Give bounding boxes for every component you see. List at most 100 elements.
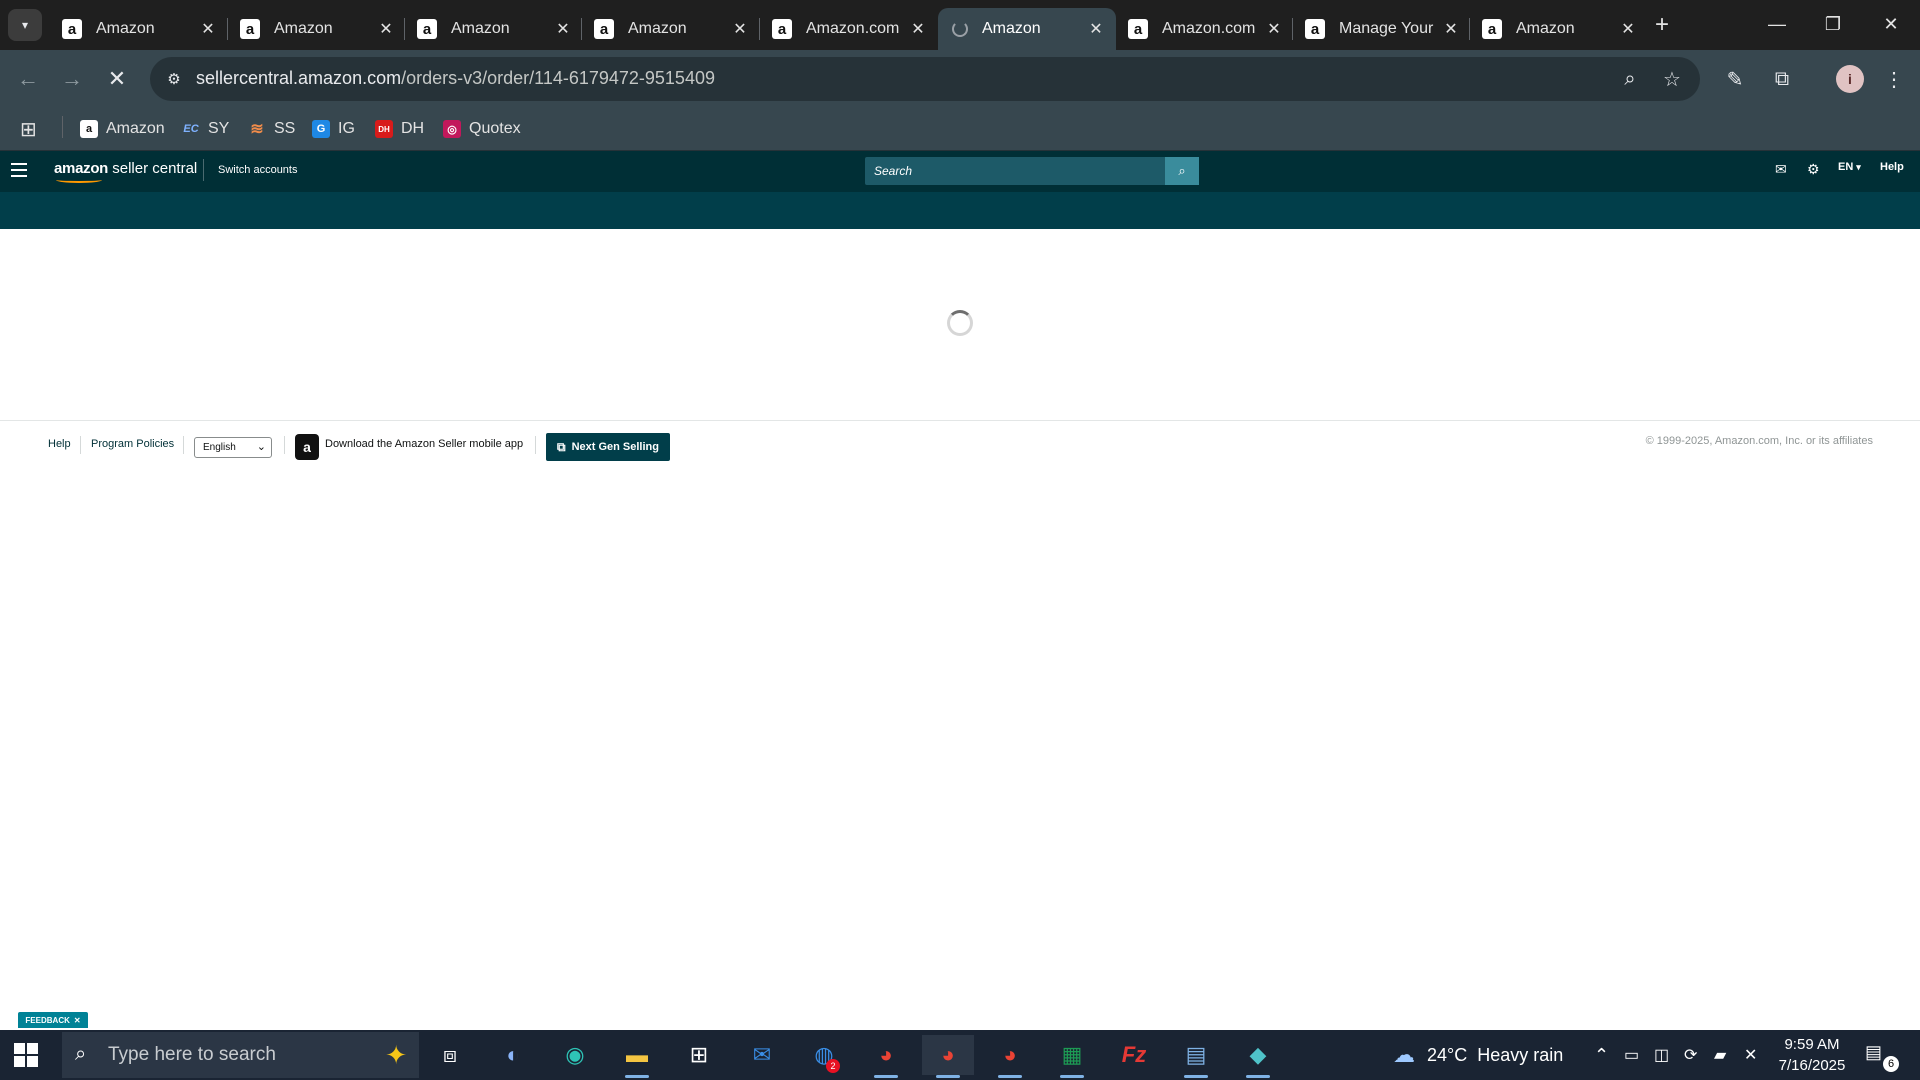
outlook-icon[interactable]: ✉ — [736, 1035, 788, 1075]
chrome-active-icon[interactable]: ◕ — [922, 1035, 974, 1078]
windows-start-icon[interactable] — [14, 1043, 38, 1067]
back-button[interactable]: ← — [12, 63, 44, 95]
weather-desc: Heavy rain — [1477, 1044, 1564, 1065]
bookmark-dh[interactable]: DH DH — [375, 116, 424, 142]
close-icon[interactable]: ✕ — [1264, 19, 1284, 39]
chrome-profile-icon[interactable]: ◕ — [984, 1035, 1036, 1078]
tray-overflow-icon[interactable]: ⌃ — [1594, 1030, 1609, 1080]
close-icon: ✕ — [107, 66, 127, 91]
search-button[interactable]: ⌕ — [1165, 157, 1199, 185]
close-icon[interactable]: ✕ — [908, 19, 928, 39]
excel-icon[interactable]: ▦ — [1046, 1035, 1098, 1078]
footer-help-link[interactable]: Help — [48, 438, 71, 450]
filezilla-icon[interactable]: Fz — [1108, 1035, 1160, 1075]
switch-accounts-link[interactable]: Switch accounts — [218, 164, 297, 176]
copilot-icon[interactable]: ◐ — [487, 1035, 539, 1075]
next-gen-selling-button[interactable]: ⧉ Next Gen Selling — [546, 433, 670, 461]
search-icon: ⌕ — [1178, 163, 1186, 178]
chrome-icon[interactable]: ◕ — [860, 1035, 912, 1078]
bookmark-label: SY — [208, 120, 230, 137]
close-icon[interactable]: ✕ — [730, 19, 750, 39]
tab-title: Amazon — [96, 20, 155, 37]
close-icon[interactable]: ✕ — [198, 19, 218, 39]
site-info-icon[interactable]: ⚙ — [162, 67, 186, 91]
language-selector[interactable]: EN ▾ — [1838, 161, 1861, 173]
footer-separator — [80, 436, 81, 454]
search-input[interactable]: Search — [865, 157, 1165, 185]
mail-icon[interactable]: ✉ — [1775, 161, 1787, 178]
tab[interactable]: a Amazon ✕ — [582, 8, 760, 50]
bookmark-amazon[interactable]: a Amazon — [80, 116, 165, 142]
apps-grid-icon[interactable]: ⊞ — [20, 116, 37, 142]
url-text[interactable]: sellercentral.amazon.com/orders-v3/order… — [196, 68, 715, 89]
amazon-seller-app-icon[interactable]: a — [295, 434, 319, 460]
arrow-right-icon: → — [61, 66, 83, 91]
new-tab-button[interactable]: + — [1648, 11, 1676, 39]
bookmark-ig[interactable]: G IG — [312, 116, 355, 142]
browser-menu-icon[interactable]: ⋮ — [1878, 63, 1910, 95]
task-view-icon[interactable]: ⧈ — [424, 1035, 476, 1075]
weather-widget[interactable]: ☁ 24°C Heavy rain — [1393, 1030, 1563, 1080]
window-close-button[interactable]: ✕ — [1871, 8, 1911, 40]
battery-icon[interactable]: ▰ — [1714, 1030, 1726, 1080]
language-label: EN — [1838, 161, 1854, 173]
tab[interactable]: a Manage Your ✕ — [1293, 8, 1471, 50]
copilot-sparkle-icon[interactable]: ✦ — [385, 1040, 407, 1071]
edge-browser-icon[interactable]: ◉ — [549, 1035, 601, 1075]
system-clock[interactable]: 9:59 AM 7/16/2025 — [1770, 1034, 1854, 1076]
bookmark-star-icon[interactable]: ☆ — [1660, 67, 1684, 91]
ec-icon: EC — [183, 123, 199, 135]
close-icon[interactable]: ✕ — [376, 19, 396, 39]
close-icon[interactable]: ✕ — [74, 1016, 81, 1025]
calculator-icon[interactable]: ▤ — [1170, 1035, 1222, 1078]
tray-sync-icon[interactable]: ⟳ — [1684, 1030, 1697, 1080]
zoho-mail-icon[interactable]: ◍ 2 — [798, 1035, 850, 1075]
hamburger-menu-icon[interactable] — [11, 163, 27, 177]
bookmark-sy[interactable]: EC SY — [182, 116, 229, 142]
amazon-icon: a — [80, 120, 98, 138]
app-diamond-icon[interactable]: ◆ — [1232, 1035, 1284, 1078]
close-icon[interactable]: ✕ — [553, 19, 573, 39]
feedback-tab[interactable]: FEEDBACK ✕ — [18, 1012, 88, 1028]
gear-icon[interactable]: ⚙ — [1807, 161, 1820, 178]
seller-central-logo[interactable]: amazon seller central — [54, 160, 197, 183]
tab-search-button[interactable]: ▾ — [8, 9, 42, 41]
close-icon[interactable]: ✕ — [1086, 19, 1106, 39]
restore-button[interactable]: ❐ — [1813, 8, 1853, 40]
bookmark-quotex[interactable]: ◎ Quotex — [443, 116, 521, 142]
close-icon[interactable]: ✕ — [1618, 19, 1638, 39]
forward-button[interactable]: → — [56, 63, 88, 95]
close-icon[interactable]: ✕ — [1441, 19, 1461, 39]
download-app-link[interactable]: Download the Amazon Seller mobile app — [325, 438, 523, 450]
bookmark-ss[interactable]: ≋ SS — [248, 116, 295, 142]
chevron-down-icon: ▾ — [21, 18, 29, 32]
tab[interactable]: a Amazon ✕ — [1470, 8, 1648, 50]
program-policies-link[interactable]: Program Policies — [91, 438, 174, 450]
tray-meet-icon[interactable]: ◫ — [1654, 1030, 1669, 1080]
help-link[interactable]: Help — [1880, 161, 1904, 173]
zoom-icon[interactable]: ⌕ — [1618, 67, 1642, 91]
taskbar-search-input[interactable]: ⌕ Type here to search ✦ — [62, 1032, 419, 1078]
volume-muted-icon[interactable]: ✕ — [1744, 1030, 1757, 1080]
language-select[interactable]: English ⌄ — [194, 437, 272, 458]
notification-count: 6 — [1883, 1056, 1899, 1072]
tab[interactable]: a Amazon ✕ — [50, 8, 228, 50]
extensions-puzzle-icon[interactable]: ⧉ — [1766, 63, 1798, 95]
notification-center-icon[interactable]: ▤ 6 — [1865, 1042, 1899, 1072]
microsoft-store-icon[interactable]: ⊞ — [673, 1035, 725, 1075]
tab[interactable]: a Amazon ✕ — [228, 8, 406, 50]
extension-feather-icon[interactable]: ✎ — [1719, 63, 1751, 95]
minimize-button[interactable]: — — [1757, 8, 1797, 40]
tab[interactable]: a Amazon.com ✕ — [1116, 8, 1294, 50]
tab-active[interactable]: Amazon ✕ — [938, 8, 1116, 50]
profile-avatar[interactable]: i — [1836, 65, 1864, 93]
stop-loading-button[interactable]: ✕ — [101, 63, 133, 95]
amazon-favicon-icon: a — [594, 19, 614, 39]
file-explorer-icon[interactable]: ▬ — [611, 1035, 663, 1078]
tray-network-display-icon[interactable]: ▭ — [1624, 1030, 1639, 1080]
address-bar[interactable]: ⚙ sellercentral.amazon.com/orders-v3/ord… — [150, 57, 1700, 101]
tab[interactable]: a Amazon.com ✕ — [760, 8, 938, 50]
ss-stack-icon: ≋ — [250, 121, 264, 138]
tab[interactable]: a Amazon ✕ — [405, 8, 583, 50]
restore-icon: ❐ — [1824, 13, 1842, 34]
